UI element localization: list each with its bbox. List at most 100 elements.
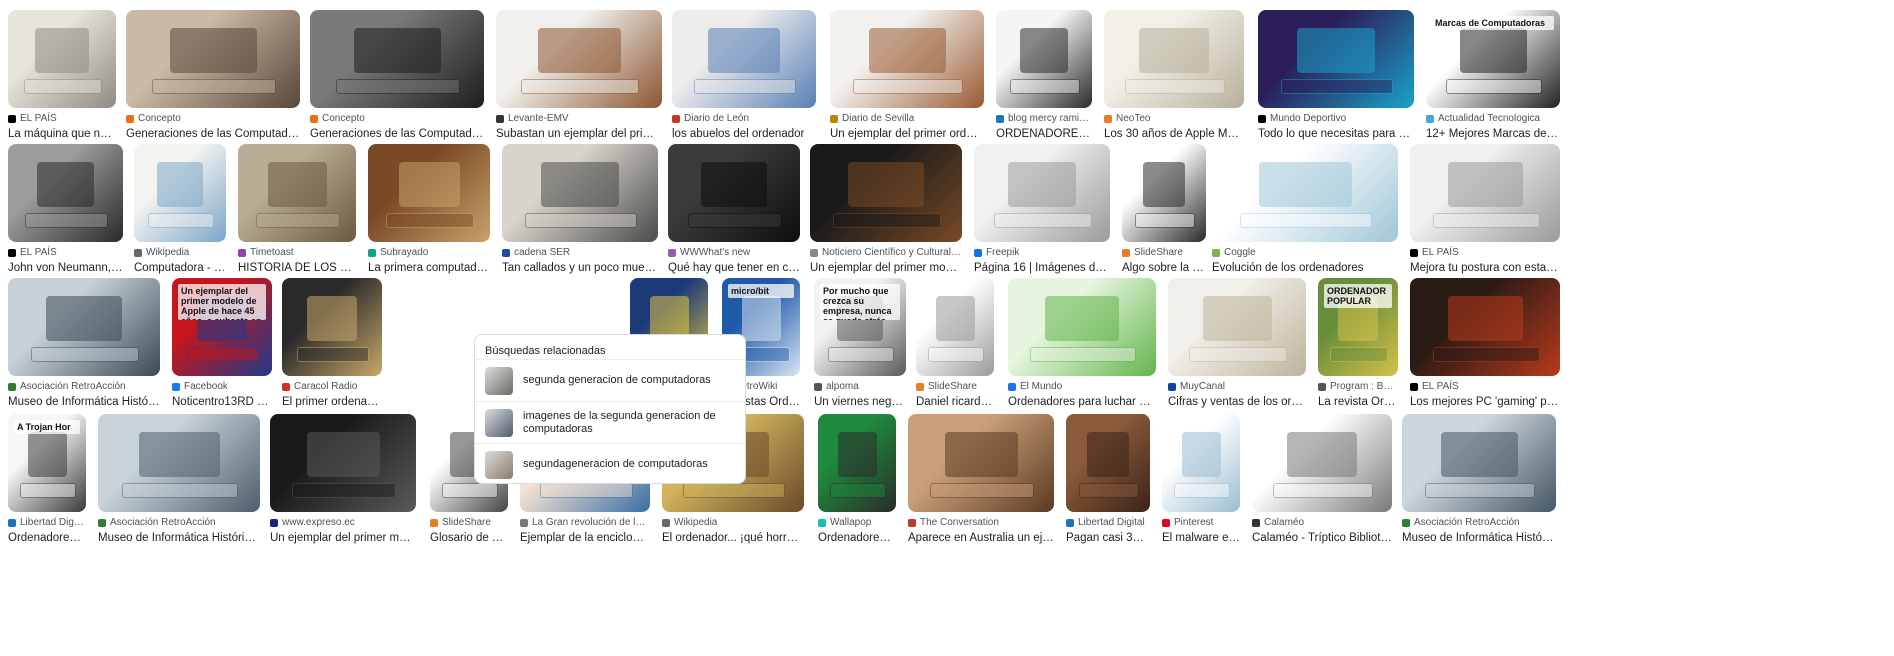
- result-source[interactable]: alpoma: [814, 380, 906, 393]
- image-result-card[interactable]: Caracol Radio El primer ordenador Appl...: [282, 278, 382, 410]
- image-result-card[interactable]: Un ejemplar del primer modelo de Apple d…: [172, 278, 272, 410]
- image-result-card[interactable]: WWWhat's new Qué hay que tener en cuenta …: [668, 144, 800, 276]
- image-result-card[interactable]: Asociación RetroAcción Museo de Informáti…: [1402, 414, 1556, 546]
- desktop-pc-photo[interactable]: [996, 10, 1092, 108]
- result-source[interactable]: Actualidad Tecnologica: [1426, 112, 1560, 125]
- related-search-item[interactable]: imagenes de la segunda generacion de com…: [475, 401, 745, 443]
- image-result-card[interactable]: El Mundo Ordenadores para luchar contra e…: [1008, 278, 1156, 410]
- early-computer-room-photo[interactable]: [126, 10, 300, 108]
- apple-computer-photo[interactable]: [282, 278, 382, 376]
- retro-pc-photo[interactable]: [8, 10, 116, 108]
- result-title[interactable]: Calaméo - Tríptico Biblioteca: [1252, 531, 1392, 546]
- result-source[interactable]: Caracol Radio: [282, 380, 382, 393]
- result-title[interactable]: El malware en toda ...: [1162, 531, 1240, 546]
- result-title[interactable]: Evolución de los ordenadores: [1212, 261, 1398, 276]
- result-title[interactable]: Museo de Informática Histórica (MIH) | .…: [8, 395, 160, 410]
- result-title[interactable]: Museo de Informática Histórica (MIH) | A…: [98, 531, 260, 546]
- result-source[interactable]: Concepto: [126, 112, 300, 125]
- image-result-card[interactable]: Marcas de Computadoras Actualidad Tecnolo…: [1426, 10, 1560, 142]
- apple-one-dark-photo[interactable]: [810, 144, 962, 242]
- image-result-card[interactable]: Diario de León los abuelos del ordenador: [672, 10, 816, 142]
- image-result-card[interactable]: Por mucho que crezca su empresa, nunca s…: [814, 278, 906, 410]
- image-result-card[interactable]: Diario de Sevilla Un ejemplar del primer …: [830, 10, 984, 142]
- result-source[interactable]: SlideShare: [916, 380, 994, 393]
- result-source[interactable]: Wikipedia: [134, 246, 226, 259]
- result-title[interactable]: Subastan un ejemplar del primer ordenado…: [496, 127, 662, 142]
- green-book-photo[interactable]: [818, 414, 896, 512]
- image-result-card[interactable]: EL PAÍS Los mejores PC 'gaming' para juga…: [1410, 278, 1560, 410]
- result-source[interactable]: Asociación RetroAcción: [8, 380, 160, 393]
- result-source[interactable]: Wikipedia: [662, 516, 804, 529]
- keyboard-photo[interactable]: [974, 144, 1110, 242]
- result-source[interactable]: Levante-EMV: [496, 112, 662, 125]
- result-source[interactable]: www.expreso.ec: [270, 516, 416, 529]
- result-title[interactable]: Un ejemplar del primer modelo de Apple..…: [810, 261, 962, 276]
- result-title[interactable]: Todo lo que necesitas para conseguir el …: [1258, 127, 1414, 142]
- result-source[interactable]: EL PAÍS: [8, 112, 116, 125]
- result-source[interactable]: cadena SER: [502, 246, 658, 259]
- image-result-card[interactable]: Freepik Página 16 | Imágenes de Ordenador…: [974, 144, 1110, 276]
- eniac-photo[interactable]: [310, 10, 484, 108]
- result-title[interactable]: Museo de Informática Histórica (MIH) | A…: [1402, 531, 1556, 546]
- image-result-card[interactable]: Mundo Deportivo Todo lo que necesitas par…: [1258, 10, 1414, 142]
- result-title[interactable]: Cifras y ventas de los ordenadores ...: [1168, 395, 1306, 410]
- apple-logo-photo[interactable]: [270, 414, 416, 512]
- result-title[interactable]: Página 16 | Imágenes de Ordenador...: [974, 261, 1110, 276]
- image-result-card[interactable]: EL PAÍS La máquina que nos cambi...: [8, 10, 116, 142]
- result-title[interactable]: ORDENADORES | BLOG ...: [996, 127, 1092, 142]
- result-source[interactable]: Diario de León: [672, 112, 816, 125]
- laptop-desk-photo[interactable]: [668, 144, 800, 242]
- result-title[interactable]: Qué hay que tener en cuenta al co...: [668, 261, 800, 276]
- office-computers-photo[interactable]: [502, 144, 658, 242]
- result-title[interactable]: Ordenadores con b...: [818, 531, 896, 546]
- image-result-card[interactable]: Coggle Evolución de los ordenadores: [1212, 144, 1398, 276]
- mindmap-photo[interactable]: [1212, 144, 1398, 242]
- image-result-card[interactable]: Concepto Generaciones de las Computadoras…: [126, 10, 300, 142]
- result-source[interactable]: El Mundo: [1008, 380, 1156, 393]
- result-title[interactable]: Noticentro13RD - Un eje...: [172, 395, 272, 410]
- result-source[interactable]: Diario de Sevilla: [830, 112, 984, 125]
- image-result-card[interactable]: A Trojan Hor Libertad Digital Ordenadores …: [8, 414, 86, 546]
- museum-photo[interactable]: [1402, 414, 1556, 512]
- result-title[interactable]: Algo sobre la histor...: [1122, 261, 1206, 276]
- laptop-stand-photo[interactable]: [1410, 144, 1560, 242]
- image-result-card[interactable]: NeoTeo Los 30 años de Apple Macintosh ~ N…: [1104, 10, 1244, 142]
- von-neumann-photo[interactable]: [8, 144, 123, 242]
- result-title[interactable]: La revista Ordenad...: [1318, 395, 1398, 410]
- result-source[interactable]: Timetoast: [238, 246, 356, 259]
- result-source[interactable]: NeoTeo: [1104, 112, 1244, 125]
- news-card-photo[interactable]: Un ejemplar del primer modelo de Apple d…: [172, 278, 272, 376]
- result-source[interactable]: Mundo Deportivo: [1258, 112, 1414, 125]
- image-result-card[interactable]: Asociación RetroAcción Museo de Informáti…: [8, 278, 160, 410]
- old-keyboard-photo[interactable]: [238, 144, 356, 242]
- vintage-pc-photo[interactable]: [672, 10, 816, 108]
- image-result-card[interactable]: Subrayado La primera computadora de App..…: [368, 144, 490, 276]
- brands-list-photo[interactable]: Marcas de Computadoras: [1426, 10, 1560, 108]
- result-title[interactable]: Generaciones de las Computadoras - Conce…: [310, 127, 484, 142]
- document-photo[interactable]: [916, 278, 994, 376]
- result-source[interactable]: EL PAÍS: [8, 246, 123, 259]
- image-result-card[interactable]: Noticiero Científico y Cultural Iberoame…: [810, 144, 962, 276]
- image-result-card[interactable]: EL PAÍS Mejora tu postura con esta base p…: [1410, 144, 1560, 276]
- result-title[interactable]: Computadora - Wikiped...: [134, 261, 226, 276]
- image-result-card[interactable]: Asociación RetroAcción Museo de Informáti…: [98, 414, 260, 546]
- image-result-card[interactable]: ORDENADOR POPULAR Program : Bytes : 48...…: [1318, 278, 1398, 410]
- result-title[interactable]: Aparece en Australia un ejemplar de l...: [908, 531, 1054, 546]
- image-result-card[interactable]: SlideShare Daniel ricardo daza ...: [916, 278, 994, 410]
- result-title[interactable]: Ordenadores para luchar contra el analf.…: [1008, 395, 1156, 410]
- macintosh-photo[interactable]: [1104, 10, 1244, 108]
- result-title[interactable]: La primera computadora de App...: [368, 261, 490, 276]
- result-title[interactable]: Un viernes negro añejo ...: [814, 395, 906, 410]
- image-result-card[interactable]: Concepto Generaciones de las Computadoras…: [310, 10, 484, 142]
- result-title[interactable]: Los mejores PC 'gaming' para jugar a vi.…: [1410, 395, 1560, 410]
- apple-one-photo[interactable]: [830, 10, 984, 108]
- museum-photo[interactable]: [8, 278, 160, 376]
- result-source[interactable]: SlideShare: [1122, 246, 1206, 259]
- typing-hands-photo[interactable]: [1066, 414, 1150, 512]
- image-result-card[interactable]: Wikipedia Computadora - Wikiped...: [134, 144, 226, 276]
- result-title[interactable]: El primer ordenador Appl...: [282, 395, 382, 410]
- apple-one-case-photo[interactable]: [368, 144, 490, 242]
- result-source[interactable]: Pinterest: [1162, 516, 1240, 529]
- image-result-card[interactable]: Wallapop Ordenadores con b...: [818, 414, 896, 546]
- result-title[interactable]: Ordenadores de tod...: [8, 531, 86, 546]
